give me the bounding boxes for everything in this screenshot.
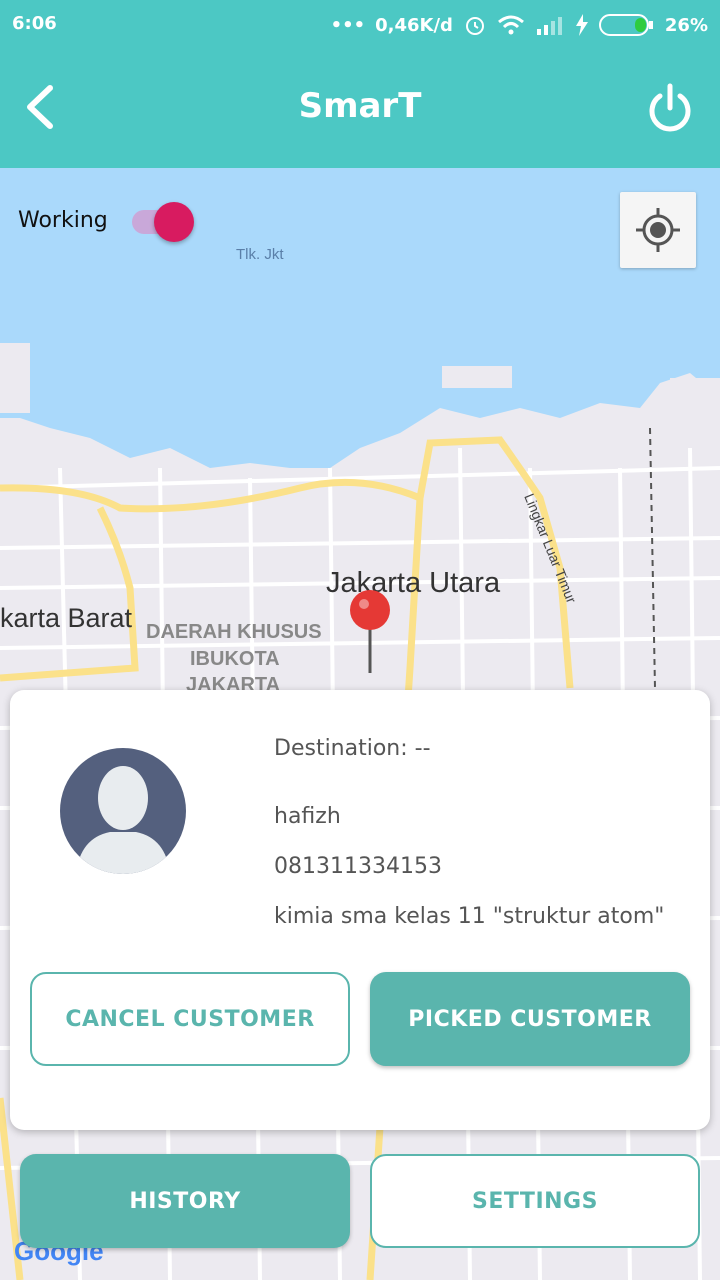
cancel-customer-button[interactable]: CANCEL CUSTOMER: [30, 972, 350, 1066]
map-label-jakarta-utara: Jakarta Utara: [326, 567, 501, 599]
alarm-icon: [465, 17, 484, 35]
status-icons: ••• 0,46K/d 26%: [331, 13, 708, 37]
map-label-jakarta-barat: karta Barat: [0, 603, 133, 633]
my-location-button[interactable]: [620, 192, 696, 268]
charging-bolt-icon: [575, 14, 588, 36]
avatar: [60, 748, 186, 874]
status-bar: 6:06 ••• 0,46K/d 26%: [0, 0, 720, 48]
customer-note: kimia sma kelas 11 "struktur atom": [274, 904, 665, 929]
power-icon[interactable]: [646, 80, 694, 134]
crosshair-icon: [636, 208, 680, 252]
app-bar: SmarT: [0, 48, 720, 168]
wifi-icon: [497, 15, 524, 35]
map-label-dki-1: DAERAH KHUSUS: [146, 621, 322, 643]
map-label-dki-2: IBUKOTA: [190, 648, 280, 670]
settings-button[interactable]: SETTINGS: [370, 1154, 700, 1248]
network-speed: 0,46K/d: [375, 14, 453, 36]
working-switch[interactable]: [128, 200, 194, 242]
status-time: 6:06: [12, 13, 57, 34]
customer-card: Destination: -- hafizh 081311334153 kimi…: [10, 690, 710, 1130]
more-dots-icon: •••: [330, 14, 366, 36]
destination-text: Destination: --: [274, 736, 431, 761]
history-button[interactable]: HISTORY: [20, 1154, 350, 1248]
customer-phone: 081311334153: [274, 854, 442, 879]
page-title: SmarT: [298, 86, 422, 126]
picked-customer-button[interactable]: PICKED CUSTOMER: [370, 972, 690, 1066]
signal-icon: [536, 17, 562, 35]
working-toggle-row: Working: [18, 200, 194, 242]
battery-percent: 26%: [664, 14, 708, 36]
working-label: Working: [18, 207, 108, 233]
battery-icon: [598, 14, 653, 36]
switch-thumb: [153, 202, 194, 242]
customer-name: hafizh: [274, 804, 341, 829]
map-label-bay: Tlk. Jkt: [236, 246, 284, 263]
